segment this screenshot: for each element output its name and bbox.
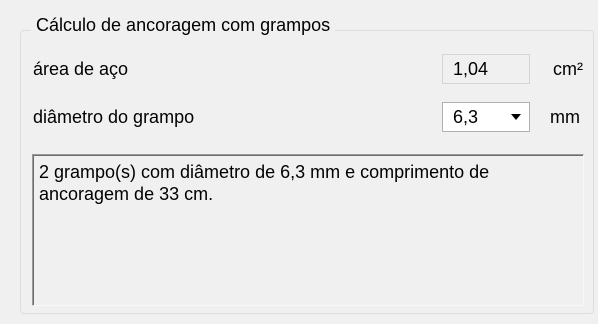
chevron-down-icon[interactable] <box>503 113 529 121</box>
groupbox-title: Cálculo de ancoragem com grampos <box>31 13 336 37</box>
clamp-diameter-unit: mm <box>550 107 580 127</box>
steel-area-unit: cm² <box>553 59 583 79</box>
steel-area-field: 1,04 <box>442 54 530 84</box>
result-text: 2 grampo(s) com diâmetro de 6,3 mm e com… <box>39 162 490 204</box>
clamp-diameter-select[interactable]: 6,3 <box>442 102 530 132</box>
clamp-diameter-label: diâmetro do grampo <box>33 107 195 127</box>
clamp-diameter-value: 6,3 <box>453 107 479 127</box>
steel-area-label: área de aço <box>33 59 129 79</box>
result-textbox[interactable]: 2 grampo(s) com diâmetro de 6,3 mm e com… <box>32 154 584 306</box>
